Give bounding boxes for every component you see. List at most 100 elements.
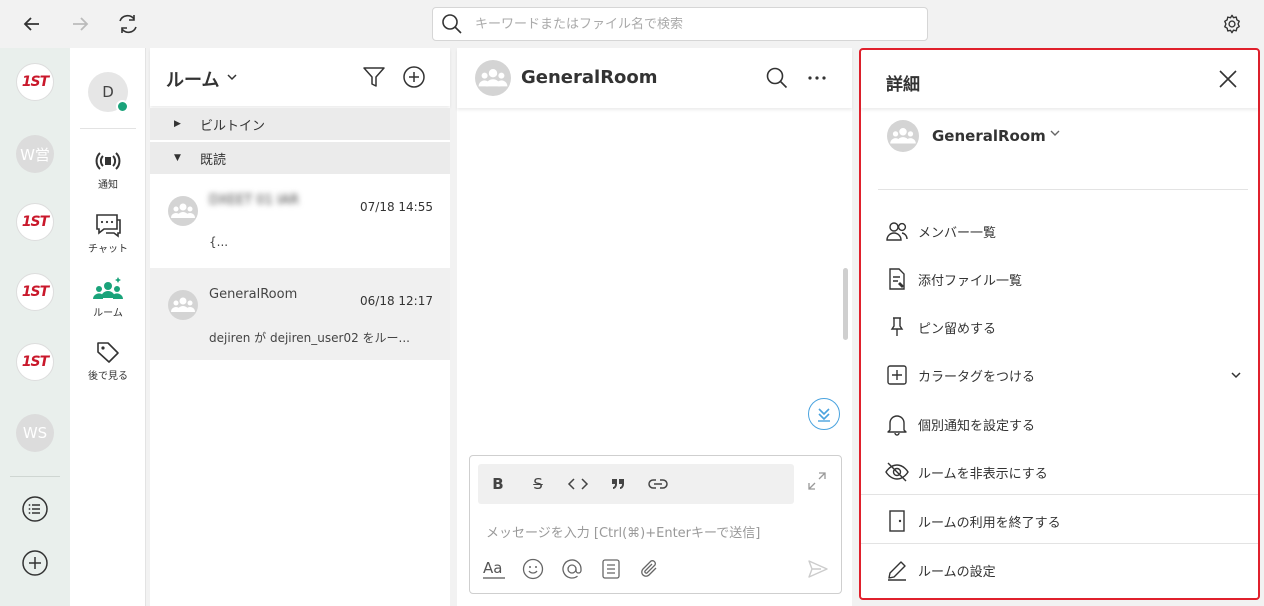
chat-panel: GeneralRoom B S メッセージを入力 [Ctrl(⌘)+Enterキ… xyxy=(457,48,852,606)
room-name: DXEET 01 IAR xyxy=(209,193,299,208)
action-notification[interactable]: 個別通知を設定する xyxy=(861,402,1258,446)
pin-icon xyxy=(885,315,909,339)
members-icon xyxy=(885,219,909,243)
search-input[interactable] xyxy=(475,16,895,32)
template-button[interactable] xyxy=(598,556,624,582)
workspace-rail: 1ST W営 1ST 1ST 1ST WS xyxy=(0,48,70,606)
add-room-icon[interactable] xyxy=(402,65,426,89)
text-format-button[interactable]: Aa xyxy=(481,556,507,582)
format-toolbar: B S xyxy=(478,464,794,504)
action-color-tag[interactable]: カラータグをつける xyxy=(861,353,1258,397)
mention-button[interactable] xyxy=(559,556,585,582)
room-avatar-icon xyxy=(168,196,198,226)
font-size-icon: Aa xyxy=(483,559,505,579)
edit-pen-icon xyxy=(885,558,909,582)
room-list-item-active[interactable]: GeneralRoom 06/18 12:17 dejiren が dejire… xyxy=(150,268,450,360)
workspace-ws[interactable]: WS xyxy=(16,414,54,452)
detail-title: 詳細 xyxy=(886,75,920,95)
reload-button[interactable] xyxy=(114,10,142,38)
detail-header: 詳細 xyxy=(861,50,1258,108)
search-icon xyxy=(442,14,462,34)
add-workspace-button[interactable] xyxy=(20,548,50,578)
online-status-dot xyxy=(116,100,129,113)
room-list-header: ルーム xyxy=(150,48,450,106)
arrow-left-icon xyxy=(23,17,39,31)
at-sign-icon xyxy=(562,559,582,579)
quote-button[interactable] xyxy=(606,472,630,496)
detail-divider xyxy=(861,543,1258,544)
back-button[interactable] xyxy=(18,10,46,38)
group-read[interactable]: ▼ 既読 xyxy=(150,142,450,174)
group-builtin[interactable]: ▶ ビルトイン xyxy=(150,108,450,140)
caret-right-icon: ▶ xyxy=(174,119,181,129)
action-room-settings[interactable]: ルームの設定 xyxy=(861,548,1258,592)
chevron-down-icon[interactable] xyxy=(226,72,238,82)
expand-icon[interactable] xyxy=(806,470,828,492)
action-pin[interactable]: ピン留めする xyxy=(861,305,1258,349)
room-list-item[interactable]: DXEET 01 IAR 07/18 14:55 {... xyxy=(150,174,450,266)
send-button[interactable] xyxy=(805,556,831,582)
search-bar[interactable] xyxy=(432,7,928,41)
action-member-list[interactable]: メンバー一覧 xyxy=(861,209,1258,253)
exit-door-icon xyxy=(885,509,909,533)
menu-item-notifications[interactable]: 通知 xyxy=(70,148,146,191)
plus-circle-icon xyxy=(22,550,48,576)
bell-icon xyxy=(885,412,909,436)
rail-divider xyxy=(10,476,60,477)
menu-item-chat[interactable]: チャット xyxy=(70,212,146,255)
settings-button[interactable] xyxy=(1218,10,1246,38)
room-icon xyxy=(93,277,123,299)
attach-button[interactable] xyxy=(637,556,663,582)
bold-button[interactable]: B xyxy=(486,472,510,496)
svg-text:Aa: Aa xyxy=(483,559,502,577)
arrow-right-icon xyxy=(73,17,89,31)
list-icon xyxy=(22,496,48,522)
room-list-title[interactable]: ルーム xyxy=(166,66,219,92)
more-options-icon[interactable] xyxy=(805,68,829,88)
paperclip-icon xyxy=(641,560,657,577)
menu-item-room[interactable]: ルーム xyxy=(70,276,146,319)
room-list-panel: ルーム ▶ ビルトイン ▼ 既読 DXEET 01 IAR 07/18 14:5… xyxy=(150,48,450,606)
color-tag-icon xyxy=(885,363,909,387)
chat-header: GeneralRoom xyxy=(457,48,852,108)
code-button[interactable] xyxy=(566,472,590,496)
chat-scrollbar[interactable] xyxy=(843,268,848,340)
action-attachment-list[interactable]: 添付ファイル一覧 xyxy=(861,257,1258,301)
filter-icon[interactable] xyxy=(362,66,386,88)
detail-divider xyxy=(878,189,1248,190)
smiley-icon xyxy=(522,558,544,580)
broadcast-icon xyxy=(95,152,121,170)
search-icon[interactable] xyxy=(765,66,789,90)
workspace-list-button[interactable] xyxy=(20,494,50,524)
workspace-1st-3[interactable]: 1ST xyxy=(16,273,54,311)
menu-divider xyxy=(80,128,136,129)
chevron-down-icon xyxy=(1050,130,1060,136)
hide-icon xyxy=(885,460,909,484)
action-hide-room[interactable]: ルームを非表示にする xyxy=(861,450,1258,494)
scroll-to-bottom-button[interactable] xyxy=(808,398,840,430)
document-list-icon xyxy=(602,559,620,579)
attachment-list-icon xyxy=(885,267,909,291)
composer-placeholder[interactable]: メッセージを入力 [Ctrl(⌘)+Enterキーで送信] xyxy=(486,522,760,541)
detail-panel: 詳細 GeneralRoom メンバー一覧 添付ファイル一覧 ピン留めする カラ… xyxy=(859,48,1260,600)
caret-down-icon: ▼ xyxy=(174,153,181,163)
room-time: 06/18 12:17 xyxy=(360,294,433,308)
workspace-1st-4[interactable]: 1ST xyxy=(16,343,54,381)
forward-button[interactable] xyxy=(66,10,94,38)
link-button[interactable] xyxy=(646,472,670,496)
workspace-1st-2[interactable]: 1ST xyxy=(16,203,54,241)
detail-room-selector[interactable]: GeneralRoom xyxy=(887,120,1247,152)
action-leave-room[interactable]: ルームの利用を終了する xyxy=(861,499,1258,543)
tag-icon xyxy=(97,342,119,363)
quote-icon xyxy=(612,479,624,489)
chevron-down-icon xyxy=(1231,372,1241,379)
workspace-1st-1[interactable]: 1ST xyxy=(16,63,54,101)
workspace-w[interactable]: W営 xyxy=(16,135,54,173)
strikethrough-button[interactable]: S xyxy=(526,472,550,496)
room-time: 07/18 14:55 xyxy=(360,200,433,214)
menu-item-later[interactable]: 後で見る xyxy=(70,339,146,382)
gear-icon xyxy=(1224,14,1240,34)
emoji-button[interactable] xyxy=(520,556,546,582)
close-icon[interactable] xyxy=(1216,67,1240,91)
main-menu: D 通知 チャット ルーム 後で見る xyxy=(70,48,146,606)
